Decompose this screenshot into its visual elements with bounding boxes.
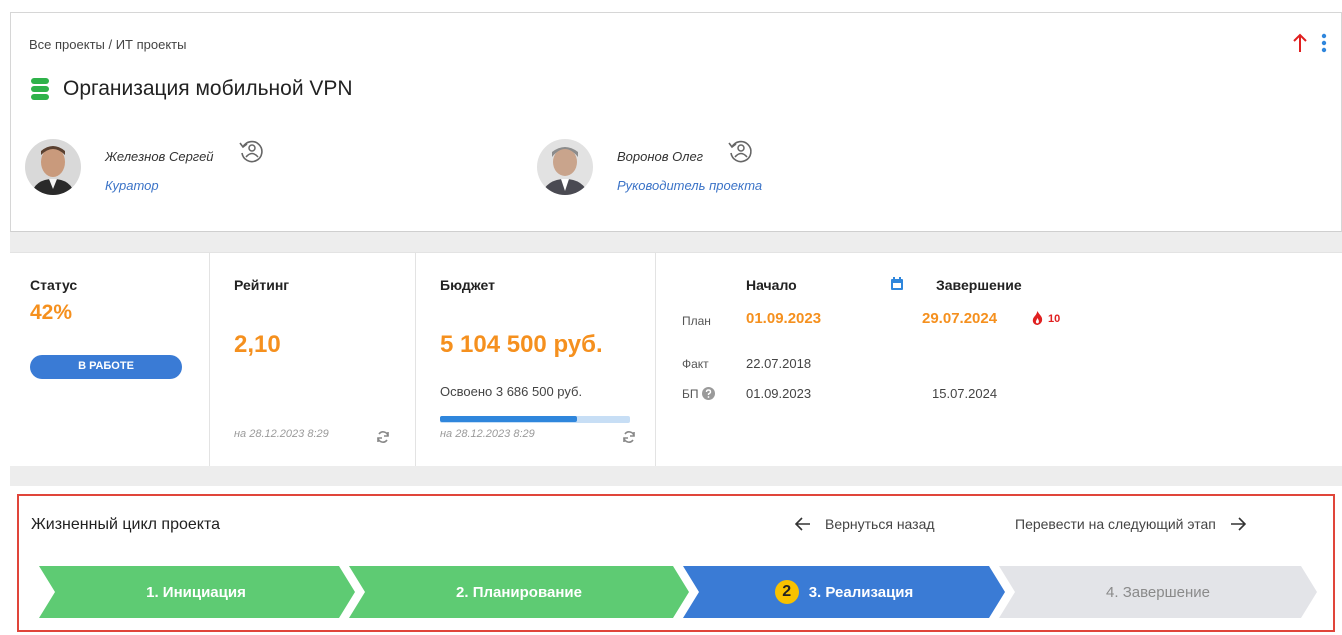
budget-mastered: Освоено 3 686 500 руб. xyxy=(440,384,583,399)
calendar-icon[interactable] xyxy=(890,277,904,291)
help-icon[interactable] xyxy=(702,387,715,400)
plan-label: План xyxy=(682,314,711,328)
rating-label: Рейтинг xyxy=(234,277,290,293)
status-block: Статус 42% В РАБОТЕ xyxy=(10,253,210,466)
lifecycle-title: Жизненный цикл проекта xyxy=(31,516,220,533)
back-label: Вернуться назад xyxy=(825,516,935,532)
stage-label: 2. Планирование xyxy=(456,583,582,601)
flame-icon xyxy=(1032,311,1043,325)
stage-label: 1. Инициация xyxy=(146,583,246,601)
arrow-right-icon xyxy=(1230,517,1246,531)
database-icon xyxy=(31,78,49,100)
title-row: Организация мобильной VPN xyxy=(31,77,353,101)
person-role-link[interactable]: Руководитель проекта xyxy=(617,178,762,193)
arrow-up-icon[interactable] xyxy=(1293,33,1307,53)
fact-start-date: 22.07.2018 xyxy=(746,356,812,371)
back-button[interactable]: Вернуться назад xyxy=(795,516,935,532)
bp-end-date: 15.07.2024 xyxy=(932,386,998,401)
fact-label: Факт xyxy=(682,357,709,371)
stage-implementation[interactable]: 2 3. Реализация xyxy=(683,566,1005,618)
end-header: Завершение xyxy=(936,277,1022,293)
next-label: Перевести на следующий этап xyxy=(1015,516,1216,532)
status-label: Статус xyxy=(30,277,78,293)
avatar[interactable] xyxy=(25,139,81,195)
stage-initiation[interactable]: 1. Инициация xyxy=(37,566,355,618)
project-header-card: Все проекты / ИТ проекты Организация моб… xyxy=(10,12,1342,232)
curator-person: Железнов Сергей Куратор xyxy=(25,139,264,195)
rating-block: Рейтинг 2,10 на 28.12.2023 8:29 xyxy=(210,253,416,466)
stage-completion[interactable]: 4. Завершение xyxy=(999,566,1317,618)
arrow-left-icon xyxy=(795,517,810,531)
lifecycle-panel: Жизненный цикл проекта Вернуться назад П… xyxy=(17,494,1335,632)
overdue-days: 10 xyxy=(1048,313,1061,325)
bp-start-date: 01.09.2023 xyxy=(746,386,812,401)
stage-planning[interactable]: 2. Планирование xyxy=(349,566,689,618)
rating-timestamp: на 28.12.2023 8:29 xyxy=(234,428,329,440)
start-header: Начало xyxy=(746,277,797,293)
refresh-icon[interactable] xyxy=(622,430,636,444)
plan-end-date: 29.07.2024 xyxy=(922,310,998,327)
reassign-user-icon[interactable] xyxy=(238,138,264,164)
refresh-icon[interactable] xyxy=(376,430,390,444)
avatar[interactable] xyxy=(537,139,593,195)
next-stage-button[interactable]: Перевести на следующий этап xyxy=(1015,516,1246,532)
status-percent: 42% xyxy=(30,301,73,324)
separator xyxy=(10,232,1342,252)
stage-number-badge: 2 xyxy=(774,580,799,604)
budget-progress-bar xyxy=(440,416,630,423)
budget-timestamp: на 28.12.2023 8:29 xyxy=(440,428,535,440)
manager-person: Воронов Олег Руководитель проекта xyxy=(537,139,762,195)
person-name: Железнов Сергей xyxy=(105,148,214,164)
stage-label: 3. Реализация xyxy=(808,583,914,601)
budget-progress-fill xyxy=(440,416,577,422)
header-actions xyxy=(1293,33,1327,53)
stage-label: 4. Завершение xyxy=(1106,583,1210,601)
page-title: Организация мобильной VPN xyxy=(63,77,353,100)
rating-value: 2,10 xyxy=(234,331,281,358)
bp-label: БП xyxy=(682,387,699,401)
dates-block: Начало Завершение План 01.09.2023 29.07.… xyxy=(656,253,1342,466)
status-badge[interactable]: В РАБОТЕ xyxy=(30,355,182,379)
person-name: Воронов Олег xyxy=(617,148,704,164)
budget-label: Бюджет xyxy=(440,277,495,293)
more-options-icon[interactable] xyxy=(1321,33,1327,53)
budget-value: 5 104 500 руб. xyxy=(440,331,603,358)
person-role-link[interactable]: Куратор xyxy=(105,178,264,193)
budget-block: Бюджет 5 104 500 руб. Освоено 3 686 500 … xyxy=(416,253,656,466)
reassign-user-icon[interactable] xyxy=(727,138,753,164)
separator xyxy=(10,466,1342,486)
stage-track: 1. Инициация 2. Планирование 2 3. Реализ… xyxy=(37,566,1319,618)
stats-row: Статус 42% В РАБОТЕ Рейтинг 2,10 на 28.1… xyxy=(10,252,1342,466)
breadcrumb[interactable]: Все проекты / ИТ проекты xyxy=(29,37,186,52)
plan-start-date: 01.09.2023 xyxy=(746,310,822,327)
